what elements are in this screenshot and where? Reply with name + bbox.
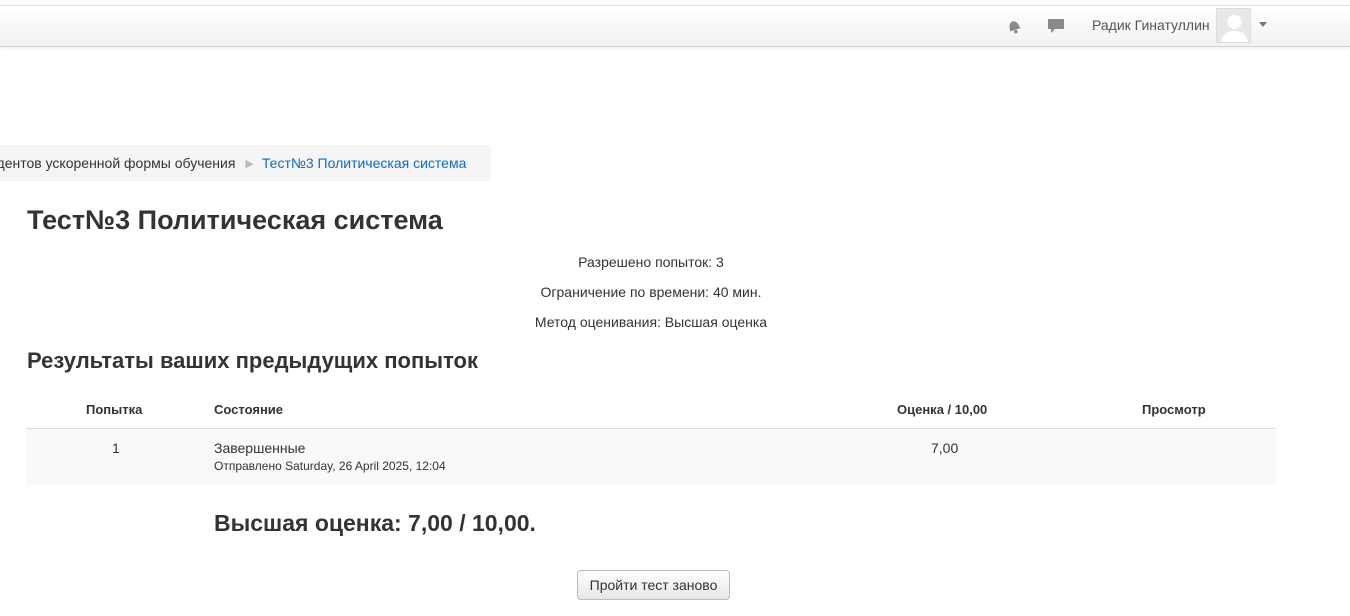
grading-method: Метод оценивания: Высшая оценка (534, 314, 768, 330)
chevron-down-icon[interactable] (1259, 22, 1267, 27)
message-icon[interactable] (1046, 16, 1066, 36)
table-header: Попытка Состояние Оценка / 10,00 Просмот… (26, 391, 1276, 429)
bell-icon[interactable] (1004, 16, 1024, 36)
attempt-submitted: Отправлено Saturday, 26 April 2025, 12:0… (214, 459, 446, 473)
breadcrumb: удентов ускоренной формы обучения ▶ Тест… (0, 145, 491, 181)
user-silhouette-icon (1221, 15, 1248, 42)
attempt-state: Завершенные (214, 440, 306, 456)
breadcrumb-item-course[interactable]: удентов ускоренной формы обучения (0, 155, 235, 171)
column-header-attempt: Попытка (86, 402, 143, 417)
column-header-review: Просмотр (1142, 402, 1206, 417)
attempt-number: 1 (112, 440, 120, 456)
user-name[interactable]: Радик Гинатуллин (1092, 17, 1210, 33)
navbar: Радик Гинатуллин (0, 6, 1350, 47)
column-header-grade: Оценка / 10,00 (897, 402, 988, 417)
section-title: Результаты ваших предыдущих попыток (27, 348, 478, 373)
retry-quiz-button[interactable]: Пройти тест заново (577, 570, 730, 600)
attempts-table: Попытка Состояние Оценка / 10,00 Просмот… (26, 391, 1276, 485)
attempts-allowed: Разрешено попыток: 3 (578, 254, 724, 270)
page-title: Тест№3 Политическая система (27, 205, 443, 235)
breadcrumb-separator-icon: ▶ (245, 157, 254, 170)
column-header-state: Состояние (214, 402, 284, 417)
attempt-state-cell: Завершенные Отправлено Saturday, 26 Apri… (214, 440, 446, 473)
attempt-grade: 7,00 (931, 440, 959, 456)
best-grade: Высшая оценка: 7,00 / 10,00. (214, 510, 536, 536)
breadcrumb-item-current[interactable]: Тест№3 Политическая система (262, 155, 466, 171)
time-limit: Ограничение по времени: 40 мин. (540, 284, 762, 300)
table-row: 1 Завершенные Отправлено Saturday, 26 Ap… (26, 429, 1276, 485)
avatar[interactable] (1216, 8, 1251, 43)
